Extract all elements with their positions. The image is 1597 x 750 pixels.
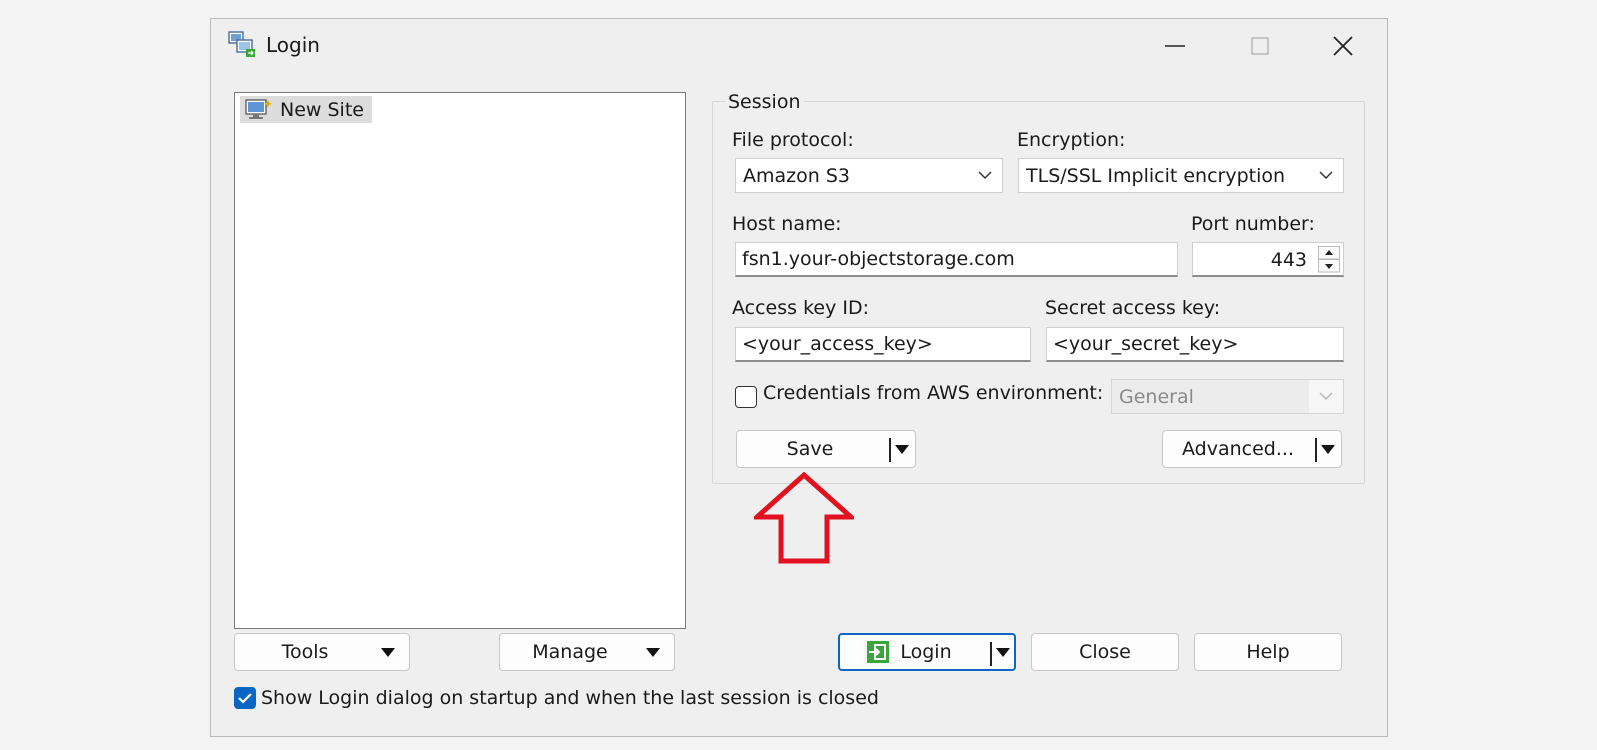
access-key-input[interactable]: <your_access_key>	[735, 327, 1031, 362]
winscp-app-icon	[228, 31, 255, 57]
startup-label: Show Login dialog on startup and when th…	[261, 687, 879, 709]
spin-up-down-icon[interactable]	[1318, 246, 1340, 273]
save-button[interactable]: Save	[736, 430, 916, 468]
split-divider	[889, 438, 891, 462]
minimize-icon	[1165, 45, 1185, 47]
file-protocol-select[interactable]: Amazon S3	[735, 158, 1003, 193]
login-icon	[867, 641, 890, 663]
chevron-down-icon	[1319, 171, 1333, 180]
port-number-value: 443	[1270, 249, 1307, 271]
maximize-button[interactable]	[1247, 33, 1273, 59]
encryption-value: TLS/SSL Implicit encryption	[1026, 164, 1286, 187]
chevron-down-icon	[978, 171, 992, 180]
dropdown-arrow-icon[interactable]	[895, 445, 909, 454]
checkmark-icon	[238, 693, 252, 704]
manage-label: Manage	[532, 641, 608, 663]
host-name-label: Host name:	[732, 213, 842, 235]
access-key-value: <your_access_key>	[742, 333, 933, 355]
secret-key-input[interactable]: <your_secret_key>	[1046, 327, 1344, 362]
maximize-icon	[1251, 37, 1269, 55]
close-window-button[interactable]	[1330, 33, 1356, 59]
dropdown-arrow-icon	[646, 648, 660, 657]
dropdown-arrow-icon	[381, 648, 395, 657]
advanced-button[interactable]: Advanced...	[1162, 430, 1342, 468]
dropdown-arrow-icon[interactable]	[1321, 445, 1335, 454]
advanced-label: Advanced...	[1182, 438, 1294, 460]
port-number-input[interactable]: 443	[1192, 242, 1344, 277]
tree-item-label: New Site	[280, 98, 364, 121]
help-label: Help	[1246, 641, 1290, 663]
encryption-select[interactable]: TLS/SSL Implicit encryption	[1018, 158, 1344, 193]
aws-profile-value: General	[1119, 385, 1194, 408]
window-title: Login	[266, 33, 320, 57]
host-name-input[interactable]: fsn1.your-objectstorage.com	[735, 242, 1178, 277]
tools-label: Tools	[281, 641, 329, 663]
split-divider	[1315, 438, 1317, 462]
port-number-label: Port number:	[1191, 213, 1315, 235]
access-key-label: Access key ID:	[732, 297, 870, 319]
aws-env-checkbox[interactable]	[735, 386, 757, 408]
minimize-button[interactable]	[1162, 33, 1188, 59]
secret-key-value: <your_secret_key>	[1053, 333, 1239, 355]
aws-env-label: Credentials from AWS environment:	[763, 382, 1104, 404]
tree-item-new-site[interactable]: New Site	[240, 96, 372, 123]
host-name-value: fsn1.your-objectstorage.com	[742, 248, 1015, 270]
site-tree[interactable]: New Site	[234, 92, 686, 629]
file-protocol-label: File protocol:	[732, 129, 854, 151]
startup-checkbox[interactable]	[234, 687, 256, 709]
login-button[interactable]: Login	[838, 633, 1016, 671]
encryption-label: Encryption:	[1017, 129, 1126, 151]
manage-button[interactable]: Manage	[499, 633, 675, 671]
secret-key-label: Secret access key:	[1045, 297, 1221, 319]
chevron-down-icon	[1319, 392, 1333, 401]
save-label: Save	[786, 438, 834, 460]
split-divider	[990, 642, 992, 666]
help-button[interactable]: Help	[1194, 633, 1342, 671]
computer-icon	[245, 98, 272, 119]
red-up-arrow-annotation	[754, 472, 854, 564]
tools-button[interactable]: Tools	[234, 633, 410, 671]
dropdown-arrow-icon[interactable]	[996, 648, 1010, 657]
file-protocol-value: Amazon S3	[743, 164, 850, 187]
login-label: Login	[900, 641, 952, 663]
close-icon	[1333, 36, 1353, 56]
close-label: Close	[1079, 641, 1131, 663]
aws-profile-select[interactable]: General	[1111, 379, 1344, 414]
title-bar: Login	[211, 19, 1387, 71]
session-group-title: Session	[725, 91, 804, 113]
close-button[interactable]: Close	[1031, 633, 1179, 671]
